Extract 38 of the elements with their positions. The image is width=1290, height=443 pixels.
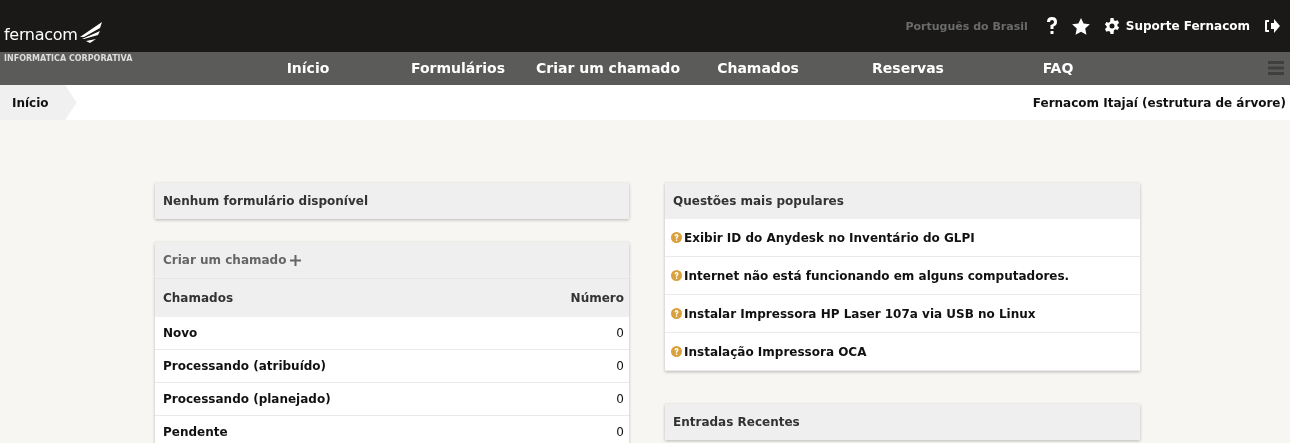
question-icon [671, 270, 682, 281]
plus-icon[interactable] [290, 254, 302, 266]
status-link[interactable]: Processando (atribuído) [163, 359, 327, 373]
nav-item[interactable]: Formulários [383, 52, 533, 85]
star-icon[interactable] [1071, 17, 1090, 35]
logo-tagline: INFORMATICA CORPORATIVA [4, 54, 133, 63]
count-cell: 0 [616, 425, 624, 439]
status-link[interactable]: Novo [163, 326, 198, 340]
logo-text: fernacom [4, 25, 78, 44]
column-header: Chamados [163, 291, 234, 305]
status-link[interactable]: Processando (planejado) [163, 392, 331, 406]
nav-item[interactable]: FAQ [983, 52, 1133, 85]
help-icon[interactable] [1045, 17, 1058, 35]
create-ticket-link[interactable]: Criar um chamado [163, 253, 287, 267]
breadcrumb-item[interactable]: Início [0, 85, 77, 120]
faq-link[interactable]: Exibir ID do Anydesk no Inventário do GLPI [684, 230, 975, 245]
panel-title: Questões mais populares [673, 194, 844, 208]
panel-title: Entradas Recentes [673, 415, 800, 429]
logout-icon[interactable] [1264, 19, 1280, 33]
question-icon [671, 232, 682, 243]
status-link[interactable]: Pendente [163, 425, 228, 439]
question-icon [671, 308, 682, 319]
column-header: Número [570, 291, 624, 305]
gear-icon [1103, 18, 1120, 34]
nav-item[interactable]: Início [233, 52, 383, 85]
faq-link[interactable]: Instalar Impressora HP Laser 107a via USB no Linux [684, 306, 1036, 321]
entity-label: Fernacom Itajaí (estrutura de árvore) [1032, 95, 1287, 110]
faq-link[interactable]: Internet não está funcionando em alguns computadores. [684, 268, 1070, 283]
count-cell: 0 [616, 326, 624, 340]
nav-item[interactable]: Chamados [683, 52, 833, 85]
empty-message: Nenhum formulário disponível [163, 194, 368, 208]
question-icon [671, 346, 682, 357]
nav-item[interactable]: Criar um chamado [533, 52, 683, 85]
count-cell: 0 [616, 359, 624, 373]
user-menu[interactable]: Suporte Fernacom [1103, 18, 1250, 34]
faq-link[interactable]: Instalação Impressora OCA [684, 344, 867, 359]
nav-item[interactable]: Reservas [833, 52, 983, 85]
count-cell: 0 [616, 392, 624, 406]
